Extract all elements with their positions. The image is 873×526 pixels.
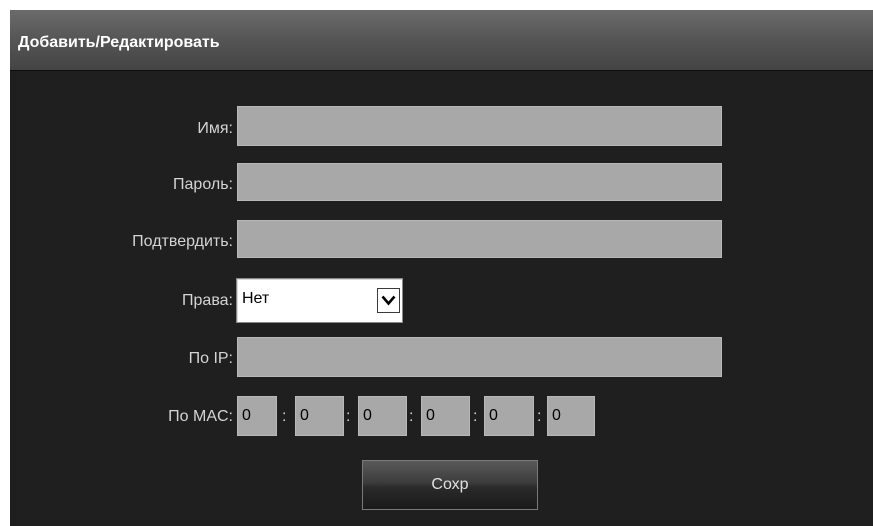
rights-label: Права: [182,292,233,309]
dialog-title: Добавить/Редактировать [18,34,220,51]
mac-octet-6[interactable] [547,396,595,436]
name-input[interactable] [237,106,722,146]
confirm-label: Подтвердить: [132,233,233,250]
confirm-password-input[interactable] [237,220,722,258]
mac-separator: : [537,408,542,425]
mac-separator: : [346,408,351,425]
add-edit-dialog: Добавить/Редактировать Имя: Пароль: Подт… [10,10,873,526]
mac-octet-3[interactable] [358,396,407,436]
mac-separator: : [409,408,414,425]
rights-select-value: Нет [242,290,270,307]
chevron-down-icon[interactable] [377,288,400,313]
mac-octet-1[interactable] [237,396,277,436]
mac-octet-2[interactable] [295,396,344,436]
password-label: Пароль: [173,176,233,193]
mac-octet-4[interactable] [421,396,470,436]
rights-select[interactable]: Нет [236,278,403,323]
password-input[interactable] [237,163,722,201]
save-button[interactable]: Сохр [362,460,538,510]
mac-octet-5[interactable] [484,396,534,436]
mac-separator: : [473,408,478,425]
mac-separator: : [282,408,287,425]
ip-input[interactable] [237,337,722,377]
ip-label: По IP: [188,350,233,367]
dialog-titlebar: Добавить/Редактировать [10,10,873,71]
name-label: Имя: [197,120,233,137]
mac-label: По MAC: [168,408,233,425]
